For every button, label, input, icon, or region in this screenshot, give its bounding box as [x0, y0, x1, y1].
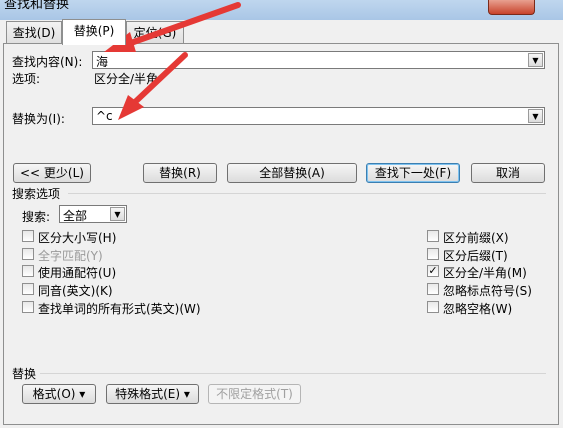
match-case-label: 区分大小写(H) — [38, 231, 117, 245]
all-word-forms-label: 查找单词的所有形式(英文)(W) — [38, 302, 201, 316]
find-label: 查找内容(N): — [12, 55, 83, 69]
ignore-spaces-label: 忽略空格(W) — [443, 302, 513, 316]
find-next-button[interactable]: 查找下一处(F) — [366, 163, 460, 183]
search-options-title: 搜索选项 — [12, 187, 61, 201]
search-scope-label: 搜索: — [22, 210, 51, 224]
options-label: 选项: — [12, 72, 41, 86]
replace-all-button[interactable]: 全部替换(A) — [227, 163, 357, 183]
find-dropdown-arrow-icon[interactable]: ▼ — [528, 53, 543, 67]
match-case-checkbox[interactable] — [22, 230, 34, 242]
find-value: 海 — [96, 55, 109, 69]
options-value: 区分全/半角 — [94, 72, 159, 86]
window-title: 查找和替换 — [4, 0, 70, 12]
sounds-like-checkbox[interactable] — [22, 283, 34, 295]
replace-button[interactable]: 替换(R) — [143, 163, 217, 183]
tab-replace[interactable]: 替换(P) — [62, 19, 126, 45]
search-scope-select[interactable]: 全部 ▼ — [59, 205, 127, 223]
search-scope-value: 全部 — [63, 209, 88, 223]
wildcards-checkbox[interactable] — [22, 265, 34, 277]
ignore-punctuation-checkbox[interactable] — [427, 283, 439, 295]
ignore-punctuation-label: 忽略标点符号(S) — [443, 284, 532, 298]
sounds-like-label: 同音(英文)(K) — [38, 284, 113, 298]
no-formatting-button[interactable]: 不限定格式(T) — [208, 384, 301, 404]
search-scope-arrow-icon[interactable]: ▼ — [110, 207, 125, 221]
replace-section-title: 替换 — [12, 367, 37, 381]
checkmark-icon: ✓ — [428, 264, 438, 277]
close-button[interactable] — [488, 0, 535, 15]
match-suffix-checkbox[interactable] — [427, 248, 439, 260]
match-suffix-label: 区分后缀(T) — [443, 249, 508, 263]
replace-value: ^c — [96, 109, 113, 123]
ignore-spaces-checkbox[interactable] — [427, 301, 439, 313]
match-width-checkbox[interactable]: ✓ — [427, 265, 439, 277]
tab-find[interactable]: 查找(D) — [6, 21, 62, 43]
replace-input[interactable]: ^c ▼ — [92, 107, 545, 125]
whole-word-label: 全字匹配(Y) — [38, 249, 103, 263]
special-format-button[interactable]: 特殊格式(E) ▾ — [106, 384, 199, 404]
match-prefix-checkbox[interactable] — [427, 230, 439, 242]
match-prefix-label: 区分前缀(X) — [443, 231, 509, 245]
match-width-label: 区分全/半角(M) — [443, 266, 527, 280]
title-bar: 查找和替换 — [0, 0, 563, 20]
cancel-button[interactable]: 取消 — [471, 163, 545, 183]
tab-goto[interactable]: 定位(G) — [126, 21, 184, 43]
all-word-forms-checkbox[interactable] — [22, 301, 34, 313]
whole-word-checkbox[interactable] — [22, 248, 34, 260]
find-input[interactable]: 海 ▼ — [92, 51, 545, 69]
less-button[interactable]: << 更少(L) — [13, 163, 91, 183]
replace-section-divider — [40, 373, 546, 374]
format-button[interactable]: 格式(O) ▾ — [22, 384, 96, 404]
replace-dropdown-arrow-icon[interactable]: ▼ — [528, 109, 543, 123]
replace-label: 替换为(I): — [12, 112, 65, 126]
wildcards-label: 使用通配符(U) — [38, 266, 117, 280]
search-options-divider — [68, 193, 546, 194]
